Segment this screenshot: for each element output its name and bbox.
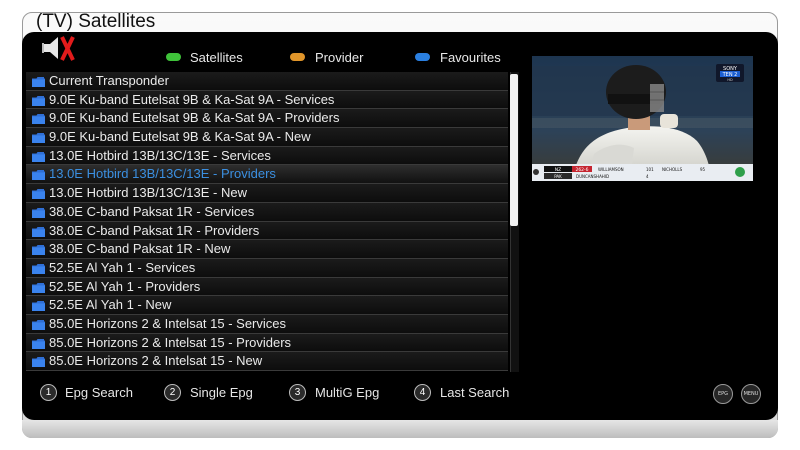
blue-key-icon	[415, 53, 430, 61]
list-item[interactable]: 38.0E C-band Paksat 1R - New	[26, 240, 508, 259]
batter2-runs: 95	[700, 167, 706, 172]
folder-icon	[32, 207, 45, 218]
key-2-icon[interactable]: 2	[164, 384, 181, 401]
score-team1: NZ	[555, 167, 561, 173]
batter2-name: NICHOLLS	[662, 167, 683, 172]
multig-epg-button[interactable]: MultiG Epg	[315, 384, 379, 401]
score-team2: PAK	[554, 174, 562, 179]
list-item[interactable]: Current Transponder	[26, 72, 508, 91]
epg-button[interactable]: EPG	[713, 384, 733, 404]
list-item[interactable]: 52.5E Al Yah 1 - New	[26, 296, 508, 315]
list-item[interactable]: 13.0E Hotbird 13B/13C/13E - Providers	[26, 165, 508, 185]
list-item-label: 38.0E C-band Paksat 1R - Providers	[49, 222, 260, 238]
folder-icon	[32, 133, 45, 144]
list-item-label: 52.5E Al Yah 1 - Services	[49, 259, 196, 275]
list-item-label: 13.0E Hotbird 13B/13C/13E - Services	[49, 147, 271, 163]
satellite-list[interactable]: Current Transponder 9.0E Ku-band Eutelsat…	[26, 72, 508, 372]
folder-icon	[32, 282, 45, 293]
list-item-label: 13.0E Hotbird 13B/13C/13E - Providers	[49, 166, 276, 182]
key-3-icon[interactable]: 3	[289, 384, 306, 401]
folder-icon	[32, 170, 45, 181]
list-item-label: 13.0E Hotbird 13B/13C/13E - New	[49, 185, 247, 201]
single-epg-button[interactable]: Single Epg	[190, 384, 253, 401]
list-item-label: 9.0E Ku-band Eutelsat 9B & Ka-Sat 9A - P…	[49, 110, 340, 126]
list-item-label: 85.0E Horizons 2 & Intelsat 15 - New	[49, 353, 263, 369]
folder-icon	[32, 301, 45, 312]
mute-icon	[42, 36, 75, 61]
list-item-label: 85.0E Horizons 2 & Intelsat 15 - Service…	[49, 315, 287, 331]
list-item[interactable]: 9.0E Ku-band Eutelsat 9B & Ka-Sat 9A - S…	[26, 90, 508, 110]
list-item-label: Current Transponder	[49, 73, 169, 88]
last-search-button[interactable]: Last Search	[440, 384, 509, 401]
list-item-label: 38.0E C-band Paksat 1R - Services	[49, 203, 255, 219]
list-item-label: 9.0E Ku-band Eutelsat 9B & Ka-Sat 9A - S…	[49, 91, 335, 107]
folder-icon	[32, 319, 45, 330]
folder-icon	[32, 357, 45, 368]
list-item-label: 52.5E Al Yah 1 - Providers	[49, 278, 201, 294]
bowler-name: DUNCANSHAHID	[576, 174, 609, 179]
folder-icon	[32, 226, 45, 237]
legend-favourites: Favourites	[440, 50, 501, 65]
list-item[interactable]: 85.0E Horizons 2 & Intelsat 15 - Service…	[26, 314, 508, 334]
list-item[interactable]: 85.0E Horizons 2 & Intelsat 15 - New	[26, 352, 508, 371]
folder-icon	[32, 189, 45, 200]
yellow-key-icon	[290, 53, 305, 61]
list-item-label: 85.0E Horizons 2 & Intelsat 15 - Provide…	[49, 334, 292, 350]
batter1-name: WILLIAMSON	[598, 167, 624, 172]
list-item-label: 9.0E Ku-band Eutelsat 9B & Ka-Sat 9A - N…	[49, 129, 311, 145]
scrollbar-thumb[interactable]	[510, 74, 518, 226]
folder-icon	[32, 77, 45, 87]
key-4-icon[interactable]: 4	[414, 384, 431, 401]
list-item[interactable]: 9.0E Ku-band Eutelsat 9B & Ka-Sat 9A - P…	[26, 109, 508, 129]
green-key-icon	[166, 53, 181, 61]
bottom-bar	[22, 420, 778, 438]
folder-icon	[32, 263, 45, 274]
list-item[interactable]: 38.0E C-band Paksat 1R - Providers	[26, 221, 508, 241]
preview-image: SONY TEN 2 HD NZ 262-6 WILLIAMSON 101 NI…	[532, 56, 753, 181]
folder-icon	[32, 114, 45, 125]
folder-icon	[32, 245, 45, 256]
page-title: (TV) Satellites	[36, 11, 156, 32]
key-1-icon[interactable]: 1	[40, 384, 57, 401]
folder-icon	[32, 151, 45, 162]
epg-search-button[interactable]: Epg Search	[65, 384, 133, 401]
list-item[interactable]: 9.0E Ku-band Eutelsat 9B & Ka-Sat 9A - N…	[26, 128, 508, 147]
channel-logo-hd: HD	[727, 78, 733, 82]
folder-icon	[32, 338, 45, 349]
legend-provider: Provider	[315, 50, 364, 65]
list-item[interactable]: 52.5E Al Yah 1 - Providers	[26, 277, 508, 297]
list-item[interactable]: 52.5E Al Yah 1 - Services	[26, 258, 508, 278]
tv-preview: SONY TEN 2 HD NZ 262-6 WILLIAMSON 101 NI…	[532, 56, 753, 181]
folder-icon	[32, 95, 45, 106]
batter1-runs: 101	[646, 167, 654, 172]
menu-button[interactable]: MENU	[741, 384, 761, 404]
list-item[interactable]: 13.0E Hotbird 13B/13C/13E - Services	[26, 146, 508, 166]
score-total: 262-6	[575, 167, 588, 173]
list-item[interactable]: 38.0E C-band Paksat 1R - Services	[26, 202, 508, 222]
list-item-label: 38.0E C-band Paksat 1R - New	[49, 241, 231, 257]
list-item[interactable]: 13.0E Hotbird 13B/13C/13E - New	[26, 184, 508, 203]
list-item[interactable]: 85.0E Horizons 2 & Intelsat 15 - Provide…	[26, 333, 508, 353]
list-item-label: 52.5E Al Yah 1 - New	[49, 297, 172, 313]
legend-satellites: Satellites	[190, 50, 243, 65]
